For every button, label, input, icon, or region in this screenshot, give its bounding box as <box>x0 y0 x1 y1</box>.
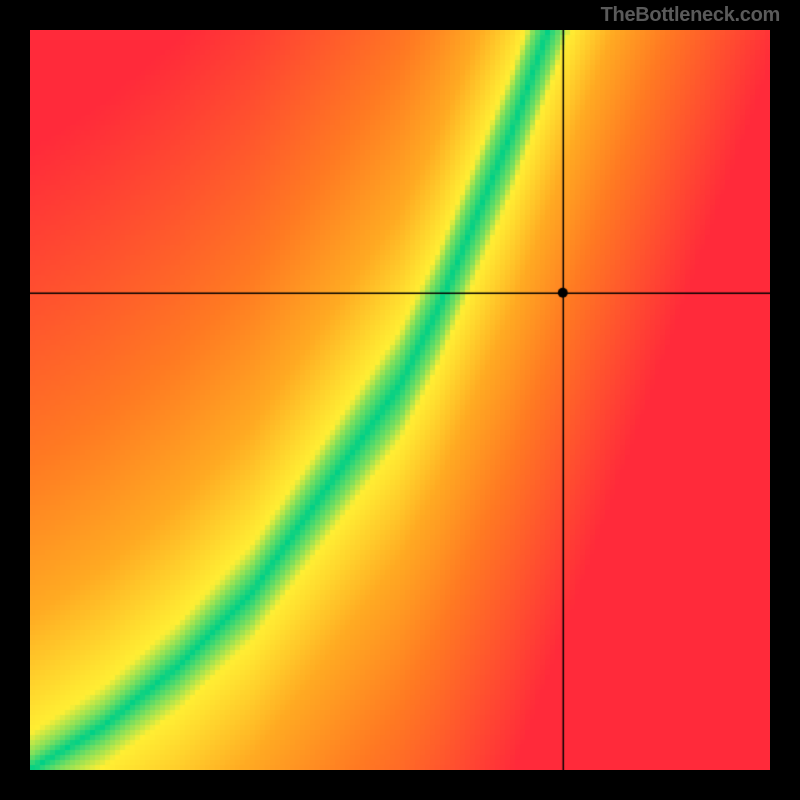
bottleneck-heatmap <box>30 30 770 770</box>
chart-container: TheBottleneck.com <box>0 0 800 800</box>
watermark-text: TheBottleneck.com <box>601 4 780 27</box>
